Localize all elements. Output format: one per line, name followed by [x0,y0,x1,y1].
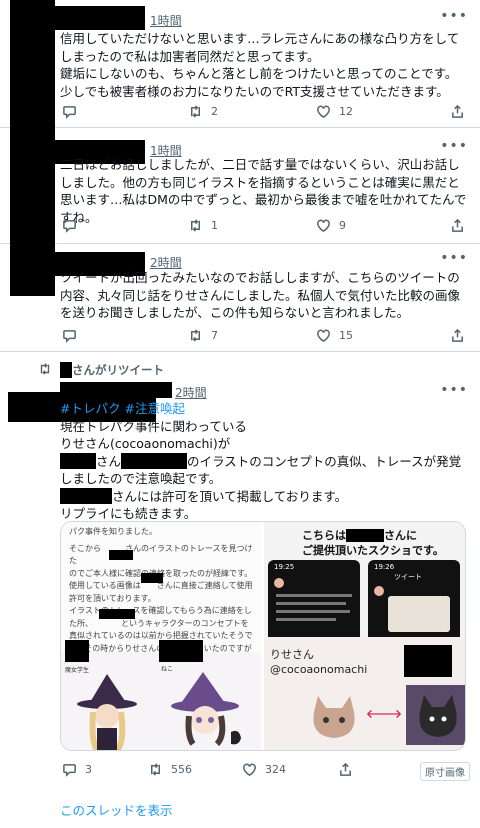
retweet-button[interactable]: 2 [188,104,218,119]
share-icon [340,762,351,776]
media-illustration-left[interactable]: 魔女学生 ねこ [61,640,261,750]
tweet-time[interactable]: 2時間 [175,384,207,401]
reply-icon [63,220,76,233]
reply-button[interactable]: 3 [62,762,92,777]
retweet-count: 2 [211,105,218,118]
reply-count: 3 [85,763,92,776]
like-count: 9 [339,219,346,232]
show-thread-link[interactable]: このスレッドを表示 [60,800,173,819]
retweet-indicator-icon [40,363,50,375]
retweet-button[interactable]: 1 [188,218,218,233]
reply-icon [63,106,76,119]
media-heading: こちらは さんに ご提供頂いたスクショです。 [302,529,444,557]
like-count: 324 [265,763,286,776]
cat-illustration-right [406,685,465,745]
share-button[interactable] [450,218,465,233]
original-image-button[interactable]: 原寸画像 [420,762,470,781]
more-icon[interactable]: ••• [440,138,468,154]
share-icon [452,328,463,342]
heart-icon [243,763,256,776]
retweet-count: 556 [171,763,192,776]
text-line-4: さんには許可を頂いて掲載しております。 [60,487,472,506]
hashtag-torepaku[interactable]: #トレパク [60,401,120,416]
like-count: 15 [339,329,353,342]
share-icon [452,218,463,232]
retweet-button[interactable]: 7 [188,328,218,343]
share-button[interactable] [450,104,465,119]
witch-illustration-1 [77,674,137,750]
tweet-time[interactable]: 1時間 [150,12,182,29]
witch-illustration-2 [171,672,241,747]
media-card[interactable]: パク事件を知りました。 そこから さんのイラストのトレースを見つけた のでご本人… [60,521,466,751]
tweet-text: 二日ほどお話ししましたが、二日で話す量ではないくらい、沢山お話ししました。他の方… [60,157,467,225]
tweet-actions: 7 15 [60,328,463,348]
retweet-icon [191,105,200,118]
reply-button[interactable] [62,218,77,233]
cat-illustration-left [313,696,355,738]
tweet-1[interactable]: 1時間 ••• 信用していただけないと思います…ラレ元さんにあの様な凸り方をして… [0,0,480,128]
reply-icon [63,764,76,777]
tweet-text: ツイートが出回ったみたいなのでお話ししますが、こちらのツイートの内容、丸々同じ話… [60,270,461,320]
like-button[interactable]: 15 [316,328,353,343]
more-icon[interactable]: ••• [440,382,468,398]
media-screenshot-text[interactable]: パク事件を知りました。 そこから さんのイラストのトレースを見つけた のでご本人… [61,522,261,665]
tweet-text: 信用していただけないと思います…ラレ元さんにあの様な凸り方をしてしまったので私は… [60,31,460,99]
media-screenshot-phones[interactable]: こちらは さんに ご提供頂いたスクショです。 19:25 19:26 ツイート [264,522,465,637]
share-button[interactable] [450,328,465,343]
phone-screenshot-right: 19:26 ツイート [368,560,460,637]
text-line-2: りせさん(cocoaonomachi)が [60,436,231,451]
retweet-count: 7 [211,329,218,342]
heart-icon [317,329,330,342]
redacted-avatar-column [10,0,55,128]
tweet-text: #トレパク #注意喚起 現在トレパク事件に関わっている りせさん(cocoaon… [60,400,472,523]
retweet-icon [191,219,200,232]
retweeted-by-label[interactable]: さんがリツイート [72,362,164,378]
more-icon[interactable]: ••• [440,8,468,24]
like-button[interactable]: 9 [316,218,346,233]
media-comparison[interactable]: りせさん @cocoaonomachi [264,637,465,750]
text-line-1: 現在トレパク事件に関わっている [60,418,247,434]
text-line-3: さん のイラストのコンセプトの真似、トレースが発覚しましたので注意喚起です。 [60,452,462,486]
retweet-icon [151,763,160,776]
redacted-avatar-column [10,128,55,244]
phone-screenshot-left: 19:25 [268,560,360,637]
reply-icon [63,330,76,343]
text-line-5: リプライにも続きます。 [60,506,197,521]
share-button[interactable] [338,762,353,777]
retweet-button[interactable]: 556 [148,762,192,777]
share-icon [452,104,463,118]
tweet-2[interactable]: 1時間 ••• 二日ほどお話ししましたが、二日で話す量ではないくらい、沢山お話し… [0,128,480,244]
retweeted-tweet-actions: 3 556 324 [60,762,460,782]
like-button[interactable]: 12 [316,104,353,119]
retweet-count: 1 [211,219,218,232]
tweet-actions: 2 12 [60,104,463,124]
heart-icon [317,105,330,118]
more-icon[interactable]: ••• [440,250,468,266]
arrow-icon [366,709,402,719]
redacted-retweeter-name [60,362,72,378]
tweet-3[interactable]: 2時間 ••• ツイートが出回ったみたいなのでお話ししますが、こちらのツイートの… [0,244,480,352]
reply-button[interactable] [62,328,77,343]
like-count: 12 [339,105,353,118]
hashtag-chuui-kanki[interactable]: #注意喚起 [124,401,184,416]
tweet-actions: 1 9 [60,218,463,238]
like-button[interactable]: 324 [242,762,286,777]
heart-icon [317,219,330,232]
reply-button[interactable] [62,104,77,119]
retweet-icon [191,329,200,342]
redacted-avatar-column [10,244,55,296]
